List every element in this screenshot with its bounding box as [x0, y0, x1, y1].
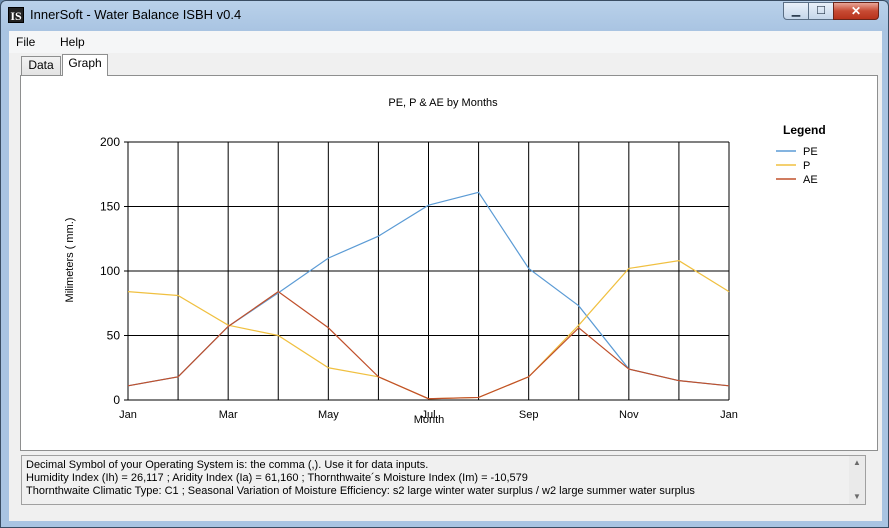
- legend-label-pe: PE: [803, 146, 818, 158]
- tab-strip: Data Graph: [9, 53, 882, 76]
- x-tick-label: May: [318, 409, 339, 421]
- maximize-button[interactable]: ☐: [808, 2, 834, 20]
- legend-label-ae: AE: [803, 174, 818, 186]
- title-bar[interactable]: IS InnerSoft - Water Balance ISBH v0.4 ▁…: [1, 1, 888, 31]
- app-window: IS InnerSoft - Water Balance ISBH v0.4 ▁…: [0, 0, 889, 528]
- y-tick-label: 150: [100, 200, 120, 214]
- x-axis-label: Month: [414, 414, 445, 426]
- chart-title: PE, P & AE by Months: [388, 97, 498, 109]
- y-tick-label: 0: [113, 393, 120, 407]
- x-tick-label: Sep: [519, 409, 539, 421]
- y-tick-label: 200: [100, 135, 120, 149]
- status-textbox[interactable]: Decimal Symbol of your Operating System …: [21, 455, 861, 505]
- status-line-climatic-type: Thornthwaite Climatic Type: C1 ; Seasona…: [26, 485, 695, 497]
- minimize-button[interactable]: ▁: [783, 2, 809, 20]
- window-title: InnerSoft - Water Balance ISBH v0.4: [30, 7, 242, 22]
- status-line-decimal: Decimal Symbol of your Operating System …: [26, 459, 429, 471]
- legend-title: Legend: [783, 123, 826, 137]
- water-balance-chart: 050100150200Jan Mar May Jul Sep Nov Jan PEPAE …: [64, 97, 826, 426]
- scroll-up-icon[interactable]: ▲: [849, 456, 865, 470]
- menu-file[interactable]: File: [16, 35, 35, 49]
- graph-panel: 0 50 100 150 200 Jan Mar May Jul Sep Nov Jan PE P AE …: [20, 75, 878, 451]
- app-logo-icon: IS: [8, 7, 24, 23]
- x-tick-label: Nov: [619, 409, 639, 421]
- status-line-indices: Humidity Index (Ih) = 26,117 ; Aridity I…: [26, 472, 528, 484]
- tab-data[interactable]: Data: [21, 56, 61, 75]
- y-tick-label: 100: [100, 264, 120, 278]
- x-tick-label: Mar: [219, 409, 238, 421]
- legend-label-p: P: [803, 160, 810, 172]
- close-button[interactable]: ✕: [833, 2, 879, 20]
- x-tick-label: Jan: [119, 409, 137, 421]
- y-tick-label: 50: [107, 329, 121, 343]
- menu-bar: File Help: [9, 31, 882, 53]
- tab-graph[interactable]: Graph: [62, 54, 108, 76]
- status-scrollbar[interactable]: ▲ ▼: [849, 455, 866, 505]
- menu-help[interactable]: Help: [60, 35, 85, 49]
- y-axis-label: Milimeters ( mm.): [64, 218, 76, 303]
- x-tick-label: Jan: [720, 409, 738, 421]
- scroll-down-icon[interactable]: ▼: [849, 490, 865, 504]
- client-area: File Help Data Graph 0 50 100 150 200 Jan Mar M…: [9, 31, 882, 521]
